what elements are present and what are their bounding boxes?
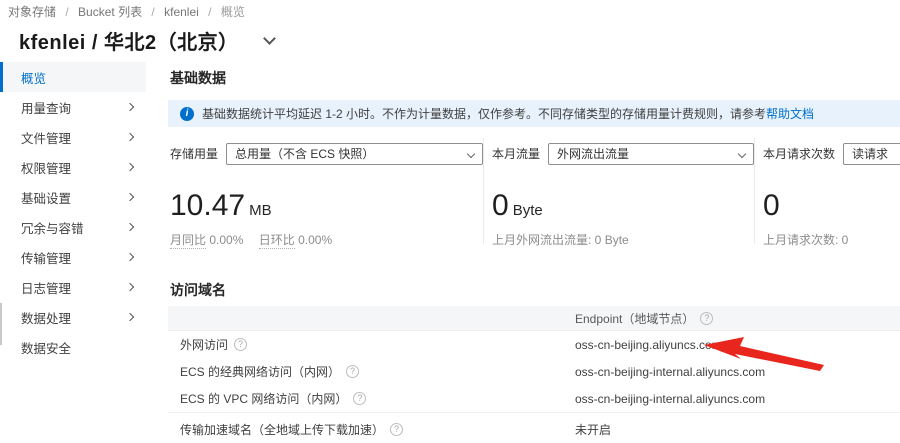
- sidebar-item-label: 文件管理: [21, 128, 71, 147]
- table-row-transfer-acceleration: 传输加速域名（全地域上传下载加速） ? 未开启: [168, 412, 900, 443]
- help-icon[interactable]: ?: [700, 312, 713, 325]
- storage-usage-select[interactable]: 总用量（不含 ECS 快照）: [226, 143, 483, 165]
- table-row-public-access: 外网访问 ? oss-cn-beijing.aliyuncs.com: [168, 331, 900, 358]
- request-type-select[interactable]: 读请求: [843, 143, 900, 165]
- endpoint-value: oss-cn-beijing.aliyuncs.com: [575, 338, 900, 352]
- card-label: 本月请求次数: [763, 145, 835, 162]
- sidebar-item-transfer-management[interactable]: 传输管理: [0, 242, 146, 272]
- monthly-requests-value: 0: [763, 189, 900, 223]
- chevron-right-icon: [126, 223, 134, 231]
- sidebar-item-label: 概览: [21, 68, 46, 87]
- breadcrumb-separator: /: [65, 5, 68, 19]
- sidebar-item-label: 冗余与容错: [21, 218, 84, 237]
- chevron-down-icon: [467, 149, 475, 157]
- chevron-right-icon: [126, 103, 134, 111]
- chevron-right-icon: [126, 193, 134, 201]
- help-doc-link[interactable]: 帮助文档: [766, 105, 814, 122]
- table-row-ecs-vpc: ECS 的 VPC 网络访问（内网） ? oss-cn-beijing-inte…: [168, 385, 900, 412]
- select-value: 外网流出流量: [557, 145, 629, 162]
- help-icon[interactable]: ?: [234, 338, 247, 351]
- breadcrumb-separator: /: [151, 5, 154, 19]
- row-label: ECS 的经典网络访问（内网）: [180, 363, 340, 380]
- traffic-type-select[interactable]: 外网流出流量: [548, 143, 754, 165]
- stat-value-mom: 0.00%: [209, 233, 243, 247]
- breadcrumb-item-bucket-list[interactable]: Bucket 列表: [78, 5, 142, 19]
- table-header-row: Endpoint（地域节点） ?: [168, 306, 900, 331]
- help-icon[interactable]: ?: [346, 365, 359, 378]
- sidebar-item-data-security[interactable]: 数据安全: [0, 332, 146, 362]
- row-label: ECS 的 VPC 网络访问（内网）: [180, 390, 347, 407]
- chevron-right-icon: [126, 133, 134, 141]
- sidebar-item-data-processing[interactable]: 数据处理: [0, 302, 146, 332]
- sidebar-item-label: 传输管理: [21, 248, 71, 267]
- sidebar-item-usage-query[interactable]: 用量查询: [0, 92, 146, 122]
- sidebar-item-label: 基础设置: [21, 188, 71, 207]
- metric-cards: 存储用量 总用量（不含 ECS 快照） 10.47MB 月同比 0.00% 日环…: [168, 138, 900, 244]
- chevron-right-icon: [126, 283, 134, 291]
- select-value: 总用量（不含 ECS 快照）: [235, 145, 374, 162]
- sidebar-item-overview[interactable]: 概览: [0, 62, 146, 92]
- stat-label-dod: 日环比: [259, 233, 295, 249]
- info-icon: i: [180, 107, 194, 121]
- breadcrumb-item-bucket[interactable]: kfenlei: [164, 5, 199, 19]
- card-storage-usage: 存储用量 总用量（不含 ECS 快照） 10.47MB 月同比 0.00% 日环…: [168, 138, 483, 244]
- chevron-right-icon: [126, 313, 134, 321]
- sidebar-item-log-management[interactable]: 日志管理: [0, 272, 146, 302]
- table-header-endpoint: Endpoint（地域节点）: [575, 310, 694, 327]
- breadcrumb-item-object-storage[interactable]: 对象存储: [8, 5, 56, 19]
- chevron-down-icon: [738, 149, 746, 157]
- main-content: 基础数据 i 基础数据统计平均延迟 1-2 小时。不作为计量数据，仅作参考。不同…: [168, 60, 900, 443]
- section-title-basic-data: 基础数据: [170, 68, 226, 88]
- access-domain-table: Endpoint（地域节点） ? 外网访问 ? oss-cn-beijing.a…: [168, 306, 900, 443]
- storage-usage-value: 10.47MB: [170, 189, 483, 223]
- stat-label-mom: 月同比: [170, 233, 206, 249]
- info-banner: i 基础数据统计平均延迟 1-2 小时。不作为计量数据，仅作参考。不同存储类型的…: [168, 100, 900, 127]
- sidebar: 概览 用量查询 文件管理 权限管理 基础设置 冗余与容错 传输管理 日志管理 数…: [0, 62, 146, 362]
- sidebar-item-permission-management[interactable]: 权限管理: [0, 152, 146, 182]
- endpoint-value: oss-cn-beijing-internal.aliyuncs.com: [575, 392, 900, 406]
- monthly-traffic-substats: 上月外网流出流量: 0 Byte: [492, 231, 754, 248]
- storage-usage-substats: 月同比 0.00% 日环比 0.00%: [170, 231, 483, 248]
- row-label: 传输加速域名（全地域上传下载加速）: [180, 421, 384, 438]
- breadcrumb-separator: /: [208, 5, 211, 19]
- metric-number: 0: [492, 189, 509, 222]
- banner-text: 基础数据统计平均延迟 1-2 小时。不作为计量数据，仅作参考。不同存储类型的存储…: [202, 105, 766, 122]
- page-title: kfenlei / 华北2（北京）: [19, 26, 239, 55]
- bucket-switch-chevron-down-icon[interactable]: [263, 32, 276, 45]
- page-header: kfenlei / 华北2（北京）: [19, 26, 274, 55]
- breadcrumb-item-current: 概览: [221, 5, 245, 19]
- metric-unit: Byte: [513, 202, 543, 219]
- sidebar-item-redundancy[interactable]: 冗余与容错: [0, 212, 146, 242]
- help-icon[interactable]: ?: [353, 392, 366, 405]
- sidebar-item-label: 数据安全: [21, 338, 71, 357]
- section-title-access-domains: 访问域名: [170, 280, 226, 300]
- metric-number: 10.47: [170, 189, 245, 222]
- card-label: 存储用量: [170, 145, 218, 162]
- table-row-ecs-classic: ECS 的经典网络访问（内网） ? oss-cn-beijing-interna…: [168, 358, 900, 385]
- monthly-requests-substats: 上月请求次数: 0: [763, 231, 900, 248]
- metric-unit: MB: [249, 202, 272, 219]
- card-monthly-requests: 本月请求次数 读请求 0 上月请求次数: 0: [754, 138, 900, 244]
- select-value: 读请求: [852, 145, 888, 162]
- endpoint-value: 未开启: [575, 421, 900, 438]
- scrollbar-thumb[interactable]: [0, 303, 2, 345]
- row-label: 外网访问: [180, 336, 228, 353]
- sidebar-item-basic-settings[interactable]: 基础设置: [0, 182, 146, 212]
- card-monthly-traffic: 本月流量 外网流出流量 0Byte 上月外网流出流量: 0 Byte: [483, 138, 754, 244]
- sidebar-item-label: 数据处理: [21, 308, 71, 327]
- sidebar-item-label: 权限管理: [21, 158, 71, 177]
- help-icon[interactable]: ?: [390, 423, 403, 436]
- sidebar-item-label: 用量查询: [21, 98, 71, 117]
- breadcrumb: 对象存储 / Bucket 列表 / kfenlei / 概览: [8, 3, 245, 20]
- stat-value-dod: 0.00%: [298, 233, 332, 247]
- endpoint-value: oss-cn-beijing-internal.aliyuncs.com: [575, 365, 900, 379]
- sidebar-item-label: 日志管理: [21, 278, 71, 297]
- card-label: 本月流量: [492, 145, 540, 162]
- chevron-right-icon: [126, 253, 134, 261]
- sidebar-item-file-management[interactable]: 文件管理: [0, 122, 146, 152]
- monthly-traffic-value: 0Byte: [492, 189, 754, 223]
- chevron-right-icon: [126, 163, 134, 171]
- metric-number: 0: [763, 189, 780, 222]
